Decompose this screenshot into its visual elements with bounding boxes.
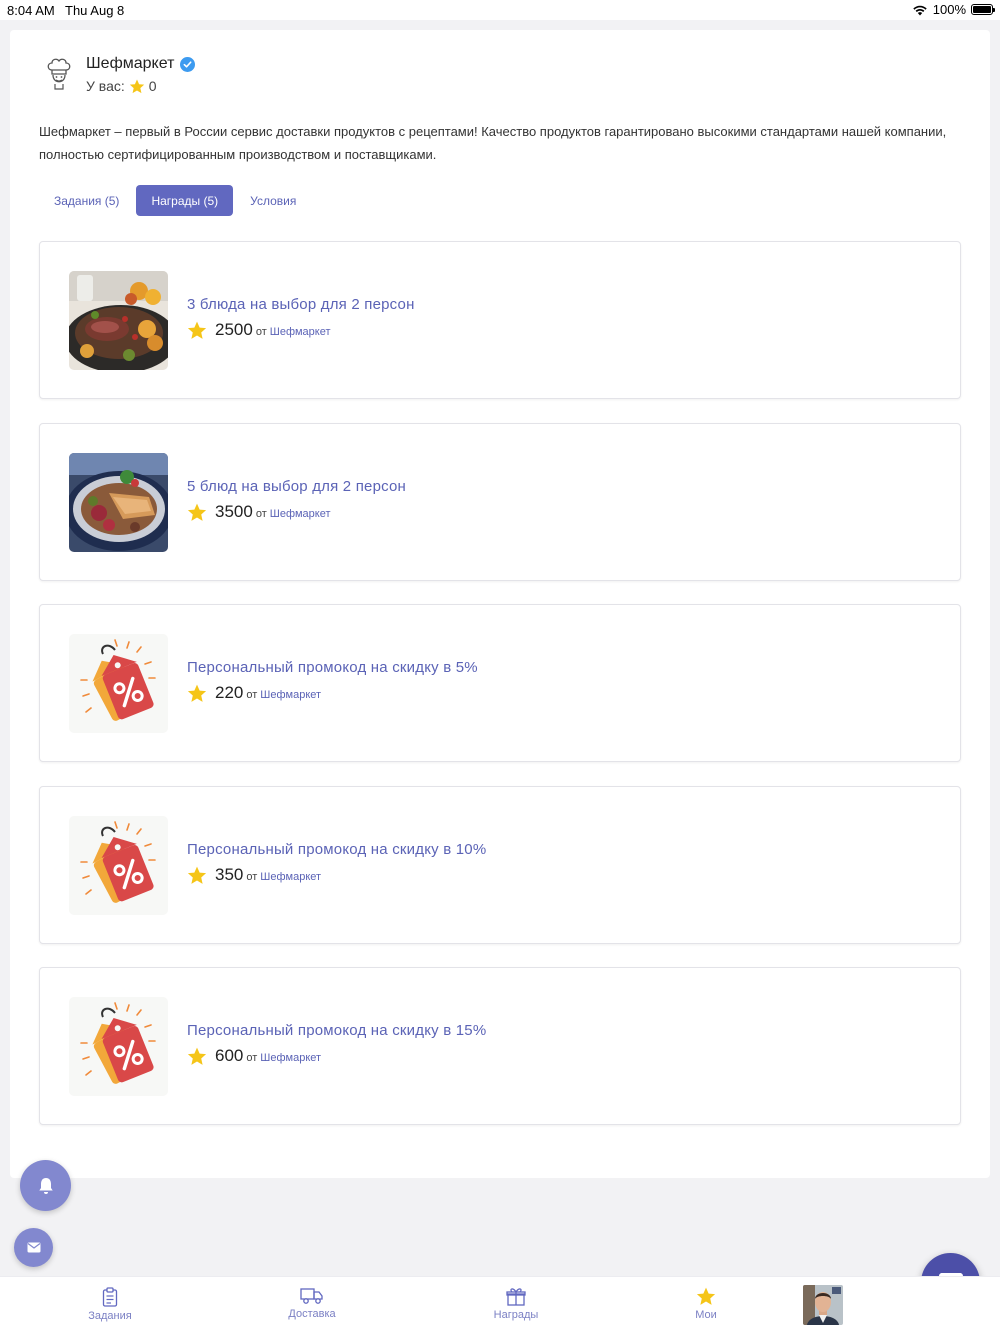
- nav-rewards[interactable]: Награды: [456, 1287, 576, 1321]
- reward-image-food: [69, 271, 168, 370]
- star-icon: [187, 1047, 207, 1065]
- mail-icon: [27, 1242, 40, 1253]
- reward-card[interactable]: Персональный промокод на скидку в 15% 60…: [39, 967, 961, 1125]
- reward-from: от: [246, 689, 258, 701]
- reward-price: 3500: [215, 502, 253, 521]
- reward-from: от: [246, 1052, 258, 1064]
- reward-title: Персональный промокод на скидку в 10%: [187, 841, 487, 858]
- brand-header: Шефмаркет У вас: 0: [46, 55, 196, 94]
- truck-icon: [300, 1288, 323, 1304]
- nav-delivery[interactable]: Доставка: [252, 1287, 372, 1320]
- status-bar: 8:04 AM Thu Aug 8 100%: [0, 0, 1000, 20]
- reward-merchant-link[interactable]: Шефмаркет: [270, 508, 331, 520]
- star-icon: [187, 321, 207, 339]
- discount-tag-icon: [69, 634, 168, 733]
- status-right: 100%: [912, 2, 995, 17]
- messages-button[interactable]: [14, 1228, 53, 1267]
- gift-icon: [506, 1288, 526, 1306]
- reward-price-row: 3500 от Шефмаркет: [187, 502, 331, 522]
- reward-title: 5 блюд на выбор для 2 персон: [187, 478, 407, 495]
- balance-value: 0: [148, 78, 157, 94]
- reward-card[interactable]: Персональный промокод на скидку в 10% 35…: [39, 786, 961, 944]
- reward-merchant-link[interactable]: Шефмаркет: [260, 1052, 321, 1064]
- nav-tasks-label: Задания: [88, 1310, 132, 1322]
- battery-icon: [971, 4, 995, 15]
- star-icon: [187, 503, 207, 521]
- avatar[interactable]: [803, 1285, 843, 1325]
- reward-image-food: [69, 453, 168, 552]
- reward-merchant-link[interactable]: Шефмаркет: [270, 326, 331, 338]
- tab-rewards[interactable]: Награды (5): [136, 185, 234, 216]
- chef-logo-icon: [47, 58, 71, 90]
- reward-card[interactable]: Персональный промокод на скидку в 5% 220…: [39, 604, 961, 762]
- star-icon: [187, 684, 207, 702]
- nav-delivery-label: Доставка: [288, 1308, 336, 1320]
- reward-title: Персональный промокод на скидку в 15%: [187, 1022, 487, 1039]
- reward-from: от: [255, 508, 267, 520]
- nav-mine-label: Мои: [695, 1309, 717, 1321]
- brand-name: Шефмаркет: [86, 55, 175, 72]
- reward-price: 220: [215, 683, 244, 702]
- star-icon: [129, 79, 144, 93]
- brand-name-row: Шефмаркет: [86, 55, 196, 73]
- notifications-button[interactable]: [20, 1160, 71, 1211]
- discount-tag-icon: [69, 997, 168, 1096]
- reward-merchant-link[interactable]: Шефмаркет: [260, 689, 321, 701]
- clipboard-icon: [102, 1287, 118, 1307]
- reward-title: 3 блюда на выбор для 2 персон: [187, 296, 415, 313]
- reward-title: Персональный промокод на скидку в 5%: [187, 659, 478, 676]
- star-icon: [696, 1287, 716, 1305]
- battery-percent: 100%: [932, 2, 966, 17]
- brand-description: Шефмаркет – первый в России сервис доста…: [39, 124, 947, 162]
- reward-price: 2500: [215, 320, 253, 339]
- balance-row: У вас: 0: [86, 78, 195, 94]
- verified-icon: [180, 56, 196, 72]
- reward-price-row: 2500 от Шефмаркет: [187, 320, 331, 340]
- tab-conditions[interactable]: Условия: [235, 185, 311, 216]
- reward-from: от: [246, 871, 258, 883]
- star-icon: [187, 866, 207, 884]
- status-time: 8:04 AM: [7, 3, 55, 18]
- balance-label: У вас:: [86, 78, 125, 94]
- brand-page: Шефмаркет У вас: 0 Шефмаркет – первый в …: [10, 30, 990, 1178]
- nav-rewards-label: Награды: [493, 1309, 539, 1321]
- reward-card[interactable]: 5 блюд на выбор для 2 персон 3500 от Шеф…: [39, 423, 961, 581]
- reward-from: от: [255, 326, 267, 338]
- discount-tag-icon: [69, 816, 168, 915]
- reward-price: 350: [215, 865, 244, 884]
- status-date: Thu Aug 8: [65, 3, 125, 18]
- bottom-nav: Задания Доставка Награды Мои: [0, 1276, 1000, 1334]
- reward-price-row: 220 от Шефмаркет: [187, 683, 321, 703]
- reward-price-row: 350 от Шефмаркет: [187, 865, 321, 885]
- wifi-icon: [913, 5, 927, 15]
- reward-price-row: 600 от Шефмаркет: [187, 1046, 321, 1066]
- nav-tasks[interactable]: Задания: [50, 1287, 170, 1322]
- reward-price: 600: [215, 1046, 244, 1065]
- bell-icon: [38, 1177, 53, 1194]
- tabs: Задания (5) Награды (5) Условия: [39, 185, 311, 216]
- nav-mine[interactable]: Мои: [646, 1287, 766, 1321]
- reward-merchant-link[interactable]: Шефмаркет: [260, 871, 321, 883]
- reward-card[interactable]: 3 блюда на выбор для 2 персон 2500 от Ше…: [39, 241, 961, 399]
- tab-tasks[interactable]: Задания (5): [39, 185, 134, 216]
